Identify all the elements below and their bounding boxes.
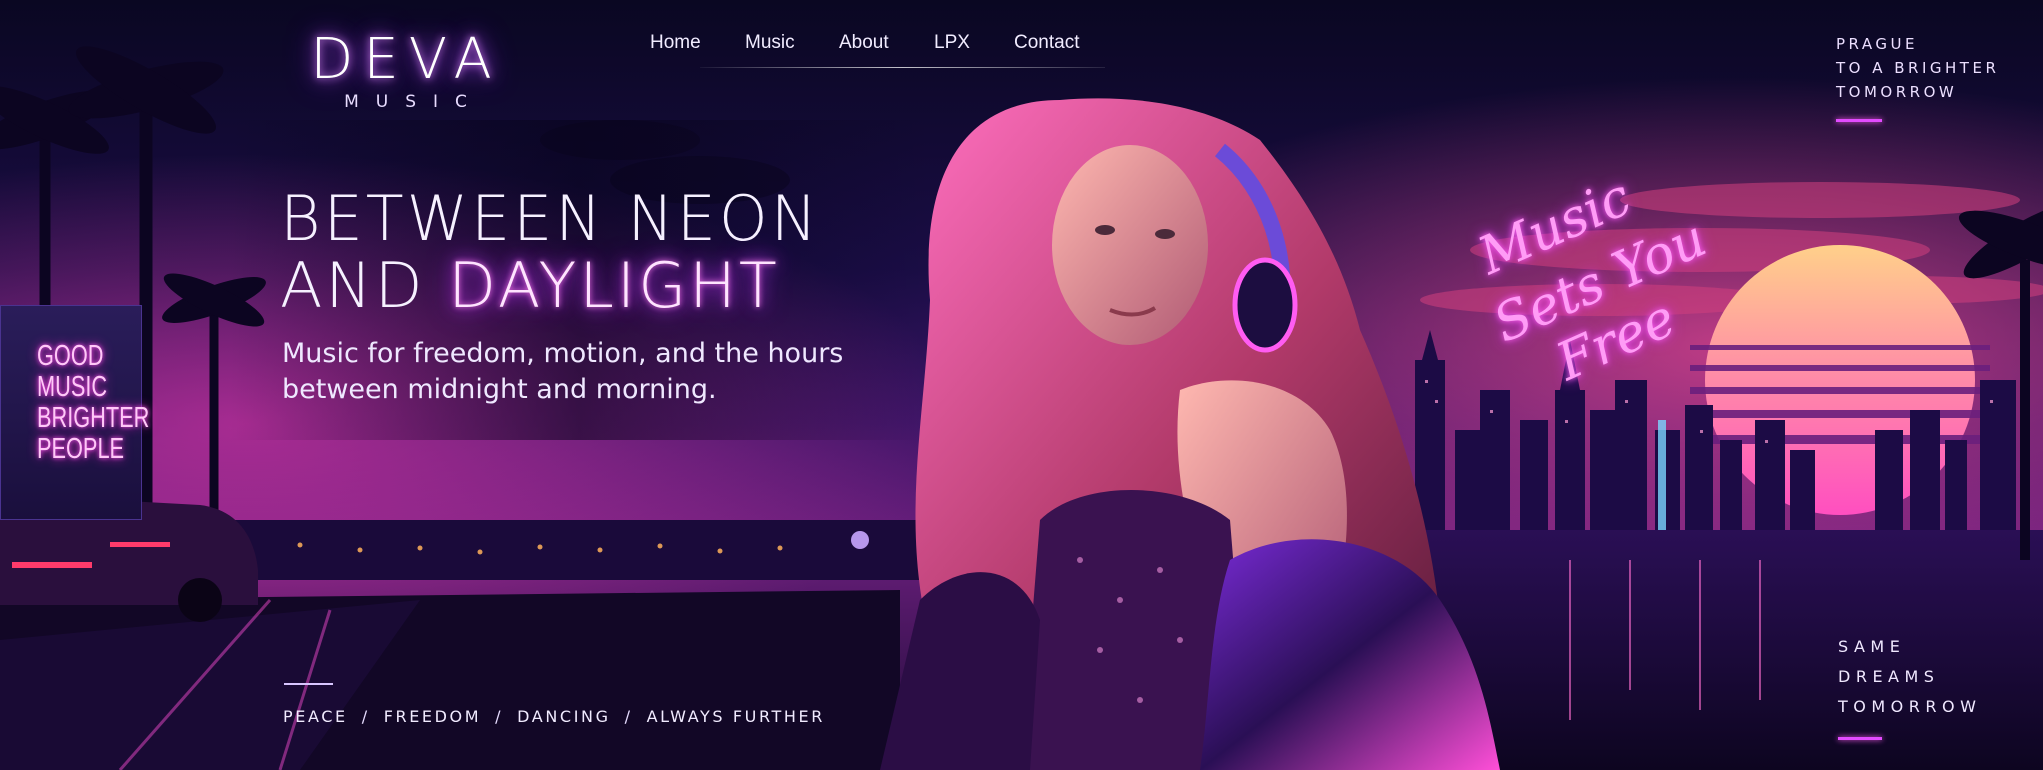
tag-separator: /	[624, 707, 633, 726]
nav-home-link[interactable]: Home	[650, 32, 745, 54]
nav-underline	[700, 67, 1105, 68]
tag-separator: /	[361, 707, 370, 726]
tag-item: ALWAYS FURTHER	[646, 707, 825, 726]
hero-subtitle: Music for freedom, motion, and the hours…	[282, 336, 902, 408]
deva-music-logo[interactable]: DEVA MUSIC	[276, 27, 536, 113]
logo-wordmark: DEVA	[310, 27, 502, 92]
location-tagline: PRAGUE TO A BRIGHTER TOMORROW	[1836, 32, 1999, 104]
accent-bar	[1836, 119, 1882, 122]
closing-line: SAME	[1838, 637, 1906, 656]
hero-headline: BETWEEN NEON AND DAYLIGHT	[280, 185, 820, 319]
billboard-line: MUSIC	[37, 371, 108, 403]
accent-bar	[284, 683, 333, 685]
accent-bar	[1838, 737, 1882, 740]
tag-item: DANCING	[517, 707, 611, 726]
hero-stage: GOOD MUSIC BRIGHTER PEOPLE DEVA MUSIC Ho…	[0, 0, 2043, 770]
headline-line-2: AND DAYLIGHT	[280, 252, 820, 319]
closing-line: DREAMS	[1838, 667, 1940, 686]
tag-item: PEACE	[283, 707, 348, 726]
billboard-line: GOOD	[37, 340, 104, 372]
hero-subtitle-line: between midnight and morning.	[282, 374, 717, 405]
nav-music-link[interactable]: Music	[745, 32, 839, 54]
tagline-line: TO A BRIGHTER	[1836, 59, 2000, 77]
hero-subtitle-line: Music for freedom, motion, and the hours	[282, 338, 844, 369]
values-tagline: PEACE / FREEDOM / DANCING / ALWAYS FURTHER	[283, 707, 825, 726]
location-line: PRAGUE	[1836, 35, 1918, 53]
headline-glow-word: DAYLIGHT	[448, 249, 780, 322]
billboard-line: BRIGHTER	[37, 402, 150, 434]
closing-tagline: SAME DREAMS TOMORROW	[1838, 632, 1981, 722]
tag-separator: /	[495, 707, 504, 726]
logo-subtitle: MUSIC	[344, 92, 484, 112]
nav-lpx-link[interactable]: LPX	[934, 32, 1014, 54]
tag-item: FREEDOM	[383, 707, 482, 726]
closing-line: TOMORROW	[1838, 697, 1982, 716]
main-nav: Home Music About LPX Contact	[650, 32, 1104, 54]
headline-line-1: BETWEEN NEON	[280, 182, 821, 255]
tagline-line: TOMORROW	[1836, 83, 1958, 101]
nav-contact-link[interactable]: Contact	[1014, 32, 1104, 54]
nav-about-link[interactable]: About	[839, 32, 934, 54]
neon-billboard: GOOD MUSIC BRIGHTER PEOPLE	[0, 305, 149, 520]
headline-plain: AND	[280, 249, 426, 322]
billboard-line: PEOPLE	[37, 433, 125, 465]
